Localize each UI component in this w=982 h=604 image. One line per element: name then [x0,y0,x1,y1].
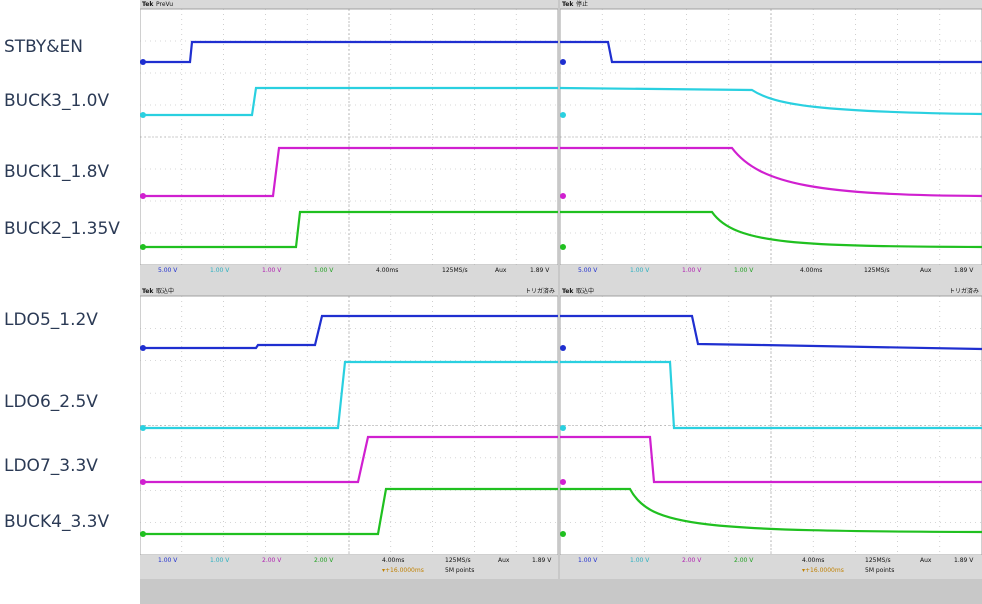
waveform-plot [140,8,558,266]
ch1-scale: 1.00 V [578,557,598,564]
label-ldo5: LDO5_1.2V [4,310,98,330]
channel-1-marker [560,59,566,65]
ch2-scale: 1.00 V [210,557,230,564]
ch2-scale: 1.00 V [210,267,230,274]
scope-top-left: Tek PreVu 5.00 V 1.00 V 1.00 V 1.00 V 4.… [140,0,558,289]
label-buck4: BUCK4_3.3V [4,512,110,532]
label-buck2: BUCK2_1.35V [4,219,120,239]
sample-rate: 125MS/s [865,557,891,564]
timebase: 4.00ms [800,267,823,274]
waveform-plot [140,295,558,556]
channel-4-marker [560,531,566,537]
ch4-scale: 2.00 V [314,557,334,564]
trigger-level: 1.89 V [530,267,550,274]
trigger-level: 1.89 V [954,557,974,564]
trigger-level: 1.89 V [954,267,974,274]
sample-rate: 125MS/s [445,557,471,564]
timebase: 4.00ms [376,267,399,274]
channel-2-marker [140,425,146,431]
channel-4-marker [140,531,146,537]
channel-1-marker [560,345,566,351]
ch4-scale: 1.00 V [734,267,754,274]
ch1-scale: 5.00 V [158,267,178,274]
channel-4-marker [140,244,146,250]
ch3-scale: 2.00 V [262,557,282,564]
channel-2-marker [140,112,146,118]
timebase: 4.00ms [382,557,405,564]
ch1-scale: 1.00 V [158,557,178,564]
scope-footer: 1.00 V 1.00 V 2.00 V 2.00 V 4.00ms ▾+16.… [140,555,558,579]
channel-1-marker [140,345,146,351]
trigger-source: Aux [495,267,507,274]
ch3-scale: 1.00 V [682,267,702,274]
channel-2-marker [560,112,566,118]
channel-3-marker [140,193,146,199]
channel-4-marker [560,244,566,250]
scope-top-right: Tek 停止 5.00 V 1.00 V 1.00 V 1.00 V 4.00m… [560,0,982,289]
record-points: 5M points [865,567,895,574]
ch4-scale: 1.00 V [314,267,334,274]
delay: ▾+16.0000ms [802,567,844,574]
scope-footer: 5.00 V 1.00 V 1.00 V 1.00 V 4.00ms 125MS… [140,265,558,289]
trigger-source: Aux [920,267,932,274]
trigger-source: Aux [920,557,932,564]
channel-2-marker [560,425,566,431]
channel-3-marker [140,479,146,485]
channel-3-marker [560,193,566,199]
scope-footer: 5.00 V 1.00 V 1.00 V 1.00 V 4.00ms 125MS… [560,265,982,289]
label-stby-en: STBY&EN [4,37,84,57]
ch3-scale: 2.00 V [682,557,702,564]
record-points: 5M points [445,567,475,574]
scope-footer: 1.00 V 1.00 V 2.00 V 2.00 V 4.00ms ▾+16.… [560,555,982,579]
scope-bottom-right: Tek 取込中 トリガ済み 1.00 V 1.00 V 2.00 V 2.00 … [560,287,982,579]
trigger-level: 1.89 V [532,557,552,564]
channel-1-marker [140,59,146,65]
ch4-scale: 2.00 V [734,557,754,564]
trigger-source: Aux [498,557,510,564]
delay: ▾+16.0000ms [382,567,424,574]
ch2-scale: 1.00 V [630,557,650,564]
ch1-scale: 5.00 V [578,267,598,274]
sample-rate: 125MS/s [864,267,890,274]
waveform-plot [560,8,982,266]
sample-rate: 125MS/s [442,267,468,274]
ch2-scale: 1.00 V [630,267,650,274]
waveform-plot [560,295,982,556]
label-buck3: BUCK3_1.0V [4,91,110,111]
label-ldo7: LDO7_3.3V [4,456,98,476]
label-buck1: BUCK1_1.8V [4,162,110,182]
ch3-scale: 1.00 V [262,267,282,274]
channel-3-marker [560,479,566,485]
timebase: 4.00ms [802,557,825,564]
label-ldo6: LDO6_2.5V [4,392,98,412]
scope-bottom-left: Tek 取込中 トリガ済み 1.00 V 1.00 V 2.00 V 2.00 … [140,287,558,579]
